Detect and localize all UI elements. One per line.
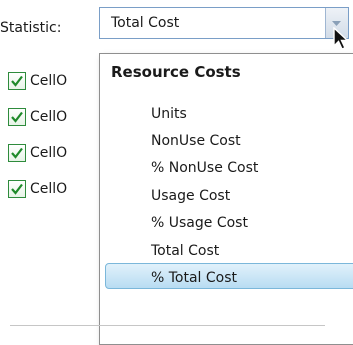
checkbox[interactable] xyxy=(8,144,26,162)
checkmark-icon xyxy=(11,147,23,159)
dropdown-item-pct-usage-cost[interactable]: % Usage Cost xyxy=(151,215,248,231)
checkbox[interactable] xyxy=(8,180,26,198)
statistic-select[interactable]: Total Cost xyxy=(99,7,349,39)
divider xyxy=(10,325,325,326)
checkmark-icon xyxy=(11,183,23,195)
checkmark-icon xyxy=(11,111,23,123)
checkbox-label: CellO xyxy=(30,73,68,89)
checkbox-label: CellO xyxy=(30,109,68,125)
checkbox-label: CellO xyxy=(30,145,68,161)
dropdown-group-header: Resource Costs xyxy=(111,63,241,81)
statistic-selected-value: Total Cost xyxy=(111,15,180,31)
checkbox[interactable] xyxy=(8,72,26,90)
statistic-label: Statistic: xyxy=(0,20,62,36)
checkmark-icon xyxy=(11,75,23,87)
dropdown-item-pct-total-cost[interactable]: % Total Cost xyxy=(151,270,237,286)
checkbox-label: CellO xyxy=(30,181,68,197)
dropdown-item-units[interactable]: Units xyxy=(151,106,187,122)
dropdown-item-nonuse-cost[interactable]: NonUse Cost xyxy=(151,133,241,149)
mouse-pointer-icon xyxy=(333,27,350,50)
dropdown-item-usage-cost[interactable]: Usage Cost xyxy=(151,188,230,204)
dropdown-item-pct-nonuse-cost[interactable]: % NonUse Cost xyxy=(151,160,258,176)
dropdown-item-total-cost[interactable]: Total Cost xyxy=(151,243,219,259)
checkbox[interactable] xyxy=(8,108,26,126)
statistic-dropdown-list[interactable]: Resource Costs Units NonUse Cost % NonUs… xyxy=(99,53,353,345)
